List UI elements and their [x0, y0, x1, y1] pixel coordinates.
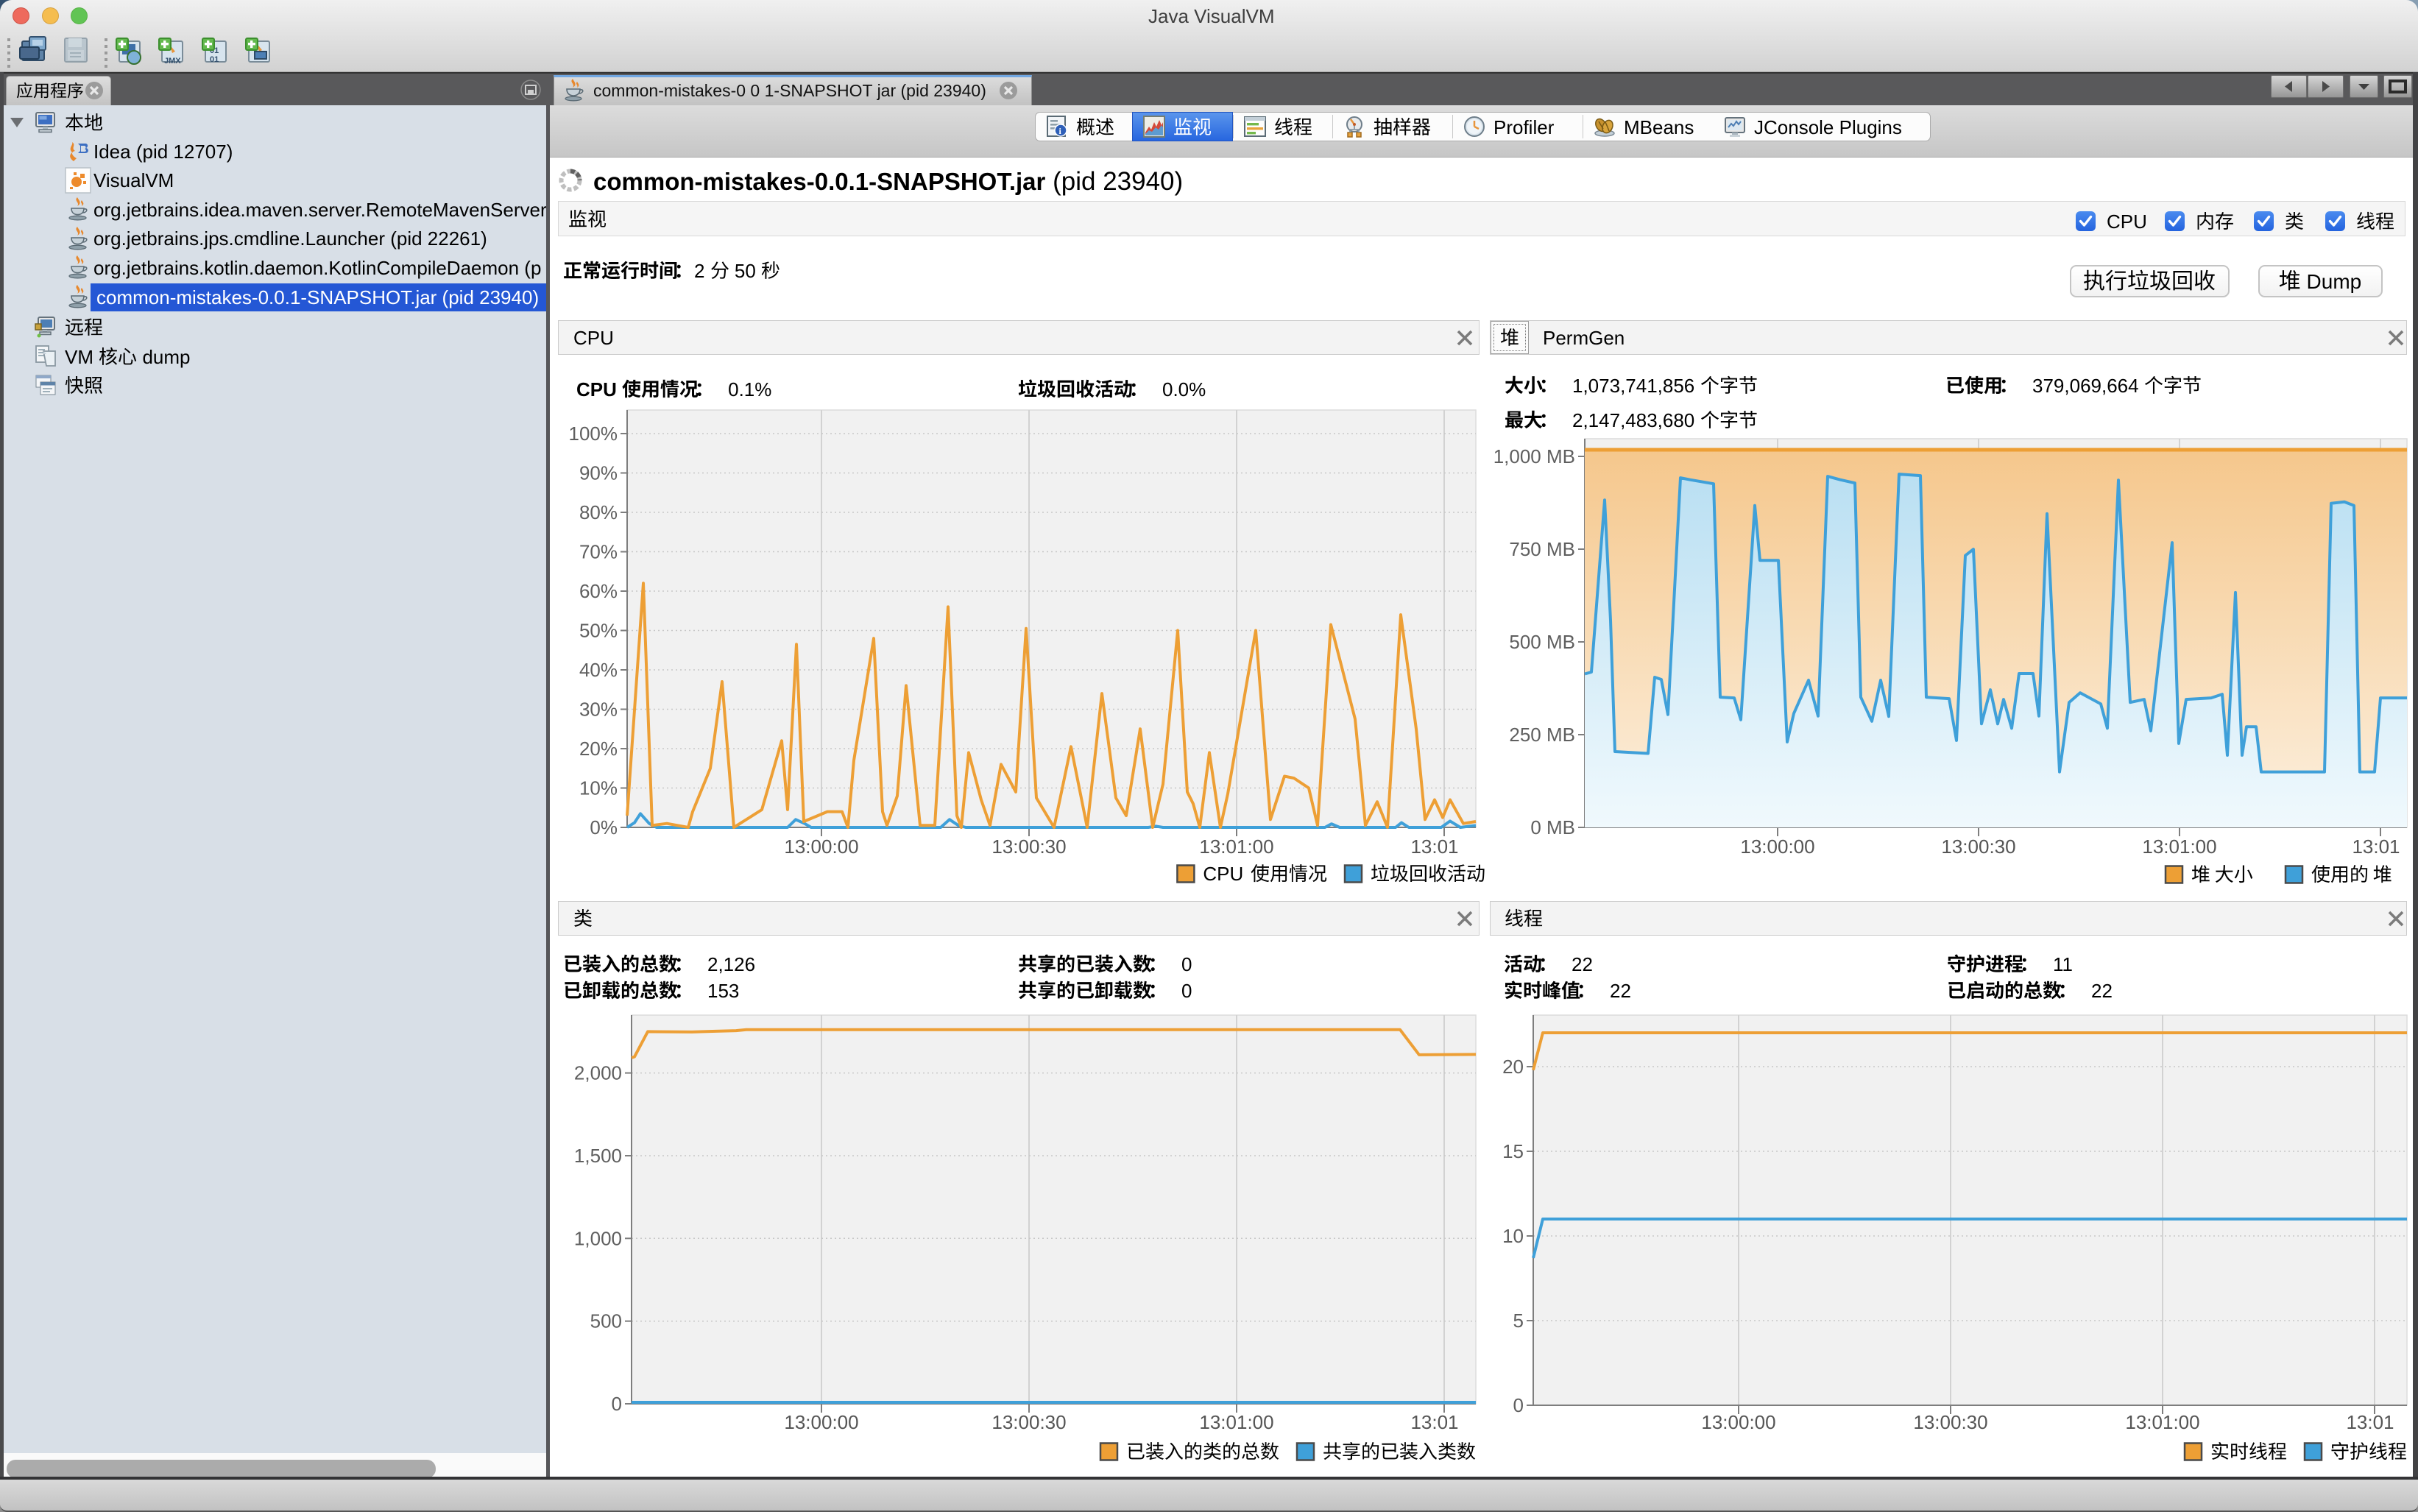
- svg-text:13:01: 13:01: [2346, 1411, 2394, 1433]
- svg-text:13:00:00: 13:00:00: [784, 1411, 858, 1433]
- svg-text:750 MB: 750 MB: [1509, 538, 1575, 560]
- svg-text:13:00:30: 13:00:30: [1913, 1411, 1987, 1433]
- svg-text:13:00:00: 13:00:00: [784, 836, 858, 858]
- svg-text:0%: 0%: [590, 816, 618, 838]
- svg-text:1,000: 1,000: [574, 1227, 622, 1249]
- svg-text:0: 0: [1513, 1394, 1524, 1416]
- svg-text:13:00:30: 13:00:30: [991, 836, 1066, 858]
- svg-text:50%: 50%: [579, 620, 618, 642]
- svg-text:250 MB: 250 MB: [1509, 724, 1575, 746]
- svg-text:30%: 30%: [579, 699, 618, 721]
- svg-text:15: 15: [1502, 1140, 1524, 1162]
- svg-text:40%: 40%: [579, 659, 618, 681]
- svg-text:80%: 80%: [579, 501, 618, 523]
- svg-text:13:00:00: 13:00:00: [1740, 836, 1814, 858]
- svg-text:20: 20: [1502, 1056, 1524, 1078]
- svg-text:1,000 MB: 1,000 MB: [1493, 445, 1575, 467]
- svg-text:13:00:30: 13:00:30: [991, 1411, 1066, 1433]
- svg-text:2,000: 2,000: [574, 1062, 622, 1084]
- svg-text:13:01:00: 13:01:00: [2125, 1411, 2199, 1433]
- svg-text:CPU: CPU: [1203, 863, 1248, 885]
- svg-text:20%: 20%: [579, 738, 618, 760]
- svg-text:10: 10: [1502, 1225, 1524, 1247]
- svg-text:500: 500: [590, 1310, 622, 1332]
- svg-text:13:01:00: 13:01:00: [1199, 1411, 1273, 1433]
- svg-text:1,500: 1,500: [574, 1145, 622, 1167]
- svg-text:13:01: 13:01: [1410, 1411, 1458, 1433]
- svg-text:13:00:30: 13:00:30: [1941, 836, 2015, 858]
- svg-text:10%: 10%: [579, 777, 618, 799]
- svg-text:500 MB: 500 MB: [1509, 631, 1575, 653]
- svg-text:13:01: 13:01: [1410, 836, 1458, 858]
- svg-text:13:01:00: 13:01:00: [2142, 836, 2216, 858]
- svg-text:90%: 90%: [579, 462, 618, 484]
- svg-text:0 MB: 0 MB: [1530, 816, 1575, 838]
- svg-text:100%: 100%: [569, 423, 618, 445]
- svg-text:60%: 60%: [579, 580, 618, 602]
- svg-text:13:01: 13:01: [2352, 836, 2400, 858]
- svg-text:13:01:00: 13:01:00: [1199, 836, 1273, 858]
- svg-text:13:00:00: 13:00:00: [1701, 1411, 1775, 1433]
- svg-text:5: 5: [1513, 1310, 1524, 1332]
- svg-text:70%: 70%: [579, 541, 618, 563]
- svg-text:0: 0: [612, 1393, 622, 1415]
